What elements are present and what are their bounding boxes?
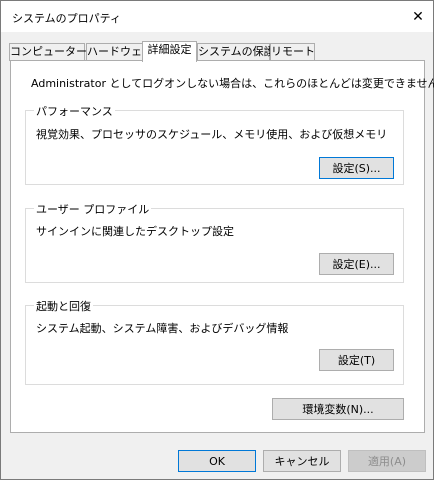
tab-system-protection[interactable]: システムの保護 [197,43,275,61]
startup-recovery-group: 起動と回復 システム起動、システム障害、およびデバッグ情報 設定(T) [25,298,404,385]
performance-settings-button[interactable]: 設定(S)... [319,157,394,179]
window-title: システムのプロパティ [12,12,122,25]
tab-advanced[interactable]: 詳細設定 [142,41,197,62]
performance-description: 視覚効果、プロセッサのスケジュール、メモリ使用、および仮想メモリ [36,128,388,141]
cancel-button[interactable]: キャンセル [263,450,341,472]
tab-hardware[interactable]: ハードウェア [86,43,153,61]
user-profile-group-title: ユーザー プロファイル [34,201,152,217]
ok-button[interactable]: OK [178,450,256,472]
apply-button[interactable]: 適用(A) [348,450,426,472]
advanced-tab-panel: Administrator としてログオンしない場合は、これらのほとんどは変更で… [10,60,434,433]
startup-recovery-description: システム起動、システム障害、およびデバッグ情報 [36,322,289,335]
startup-recovery-group-title: 起動と回復 [34,298,93,314]
user-profile-group: ユーザー プロファイル サインインに関連したデスクトップ設定 設定(E)... [25,201,404,283]
performance-group: パフォーマンス 視覚効果、プロセッサのスケジュール、メモリ使用、および仮想メモリ… [25,103,404,185]
tab-remote[interactable]: リモート [270,43,315,61]
environment-variables-button[interactable]: 環境変数(N)... [272,398,404,420]
title-bar[interactable]: システムのプロパティ ✕ [1,1,433,32]
admin-notice-text: Administrator としてログオンしない場合は、これらのほとんどは変更で… [31,77,434,90]
startup-recovery-settings-button[interactable]: 設定(T) [319,349,394,371]
tab-computer-name[interactable]: コンピューター名 [9,43,98,61]
performance-group-title: パフォーマンス [34,103,115,119]
user-profile-description: サインインに関連したデスクトップ設定 [36,225,234,238]
system-properties-dialog: システムのプロパティ ✕ コンピューター名 ハードウェア 詳細設定 システムの保… [0,0,434,480]
user-profile-settings-button[interactable]: 設定(E)... [319,253,394,275]
close-icon[interactable]: ✕ [403,1,433,32]
